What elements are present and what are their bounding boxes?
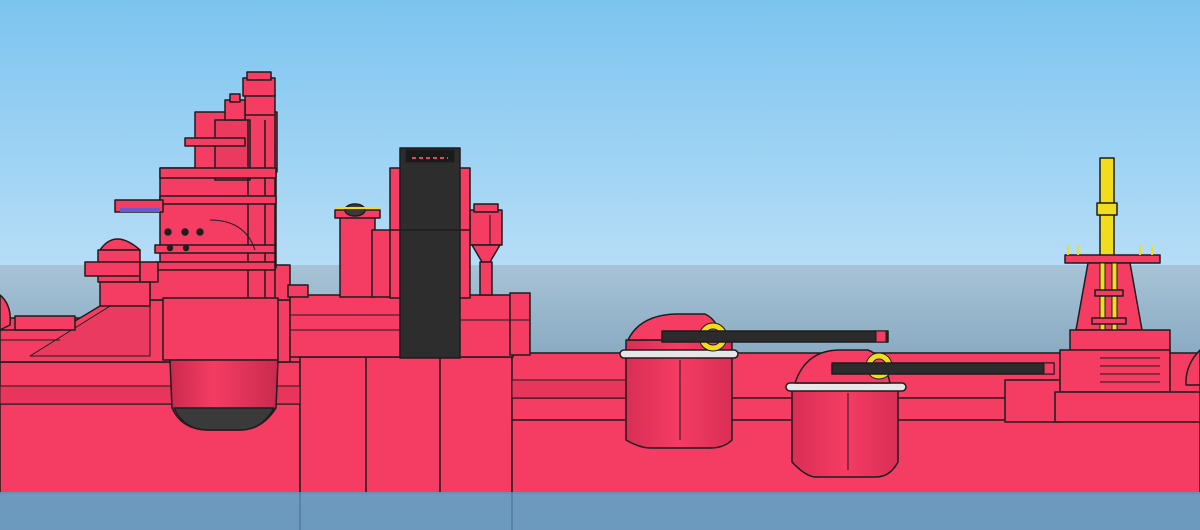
waterline	[0, 492, 1200, 530]
funnel-icon	[389, 147, 471, 359]
forward-barbette	[162, 297, 279, 431]
searchlight-icon	[164, 228, 172, 236]
gun-barrel	[831, 362, 1055, 375]
gun-barrel	[661, 330, 889, 343]
battleship-scene	[0, 0, 1200, 530]
